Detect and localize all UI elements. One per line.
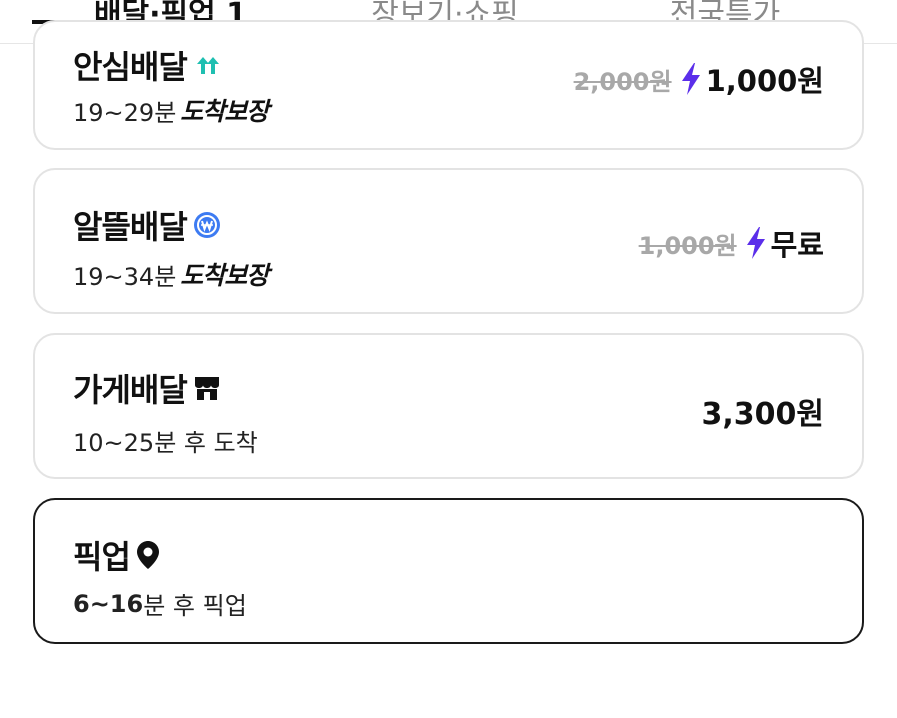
discounted-price: 무료 bbox=[770, 228, 824, 262]
option-eta-row: 19~29분 도착보장 bbox=[73, 92, 269, 128]
option-title-row: 픽업 bbox=[73, 532, 160, 578]
original-price: 1,000원 bbox=[638, 231, 737, 260]
location-pin-icon bbox=[136, 540, 160, 570]
eta-text: 19~34분 bbox=[73, 262, 177, 291]
delivery-options-page: 배달·픽업 1 장보기·쇼핑 전국특가 안심배달 19~29분 도착보장 2,0… bbox=[0, 0, 897, 718]
lightning-bolt-icon bbox=[745, 226, 767, 260]
option-title-row: 안심배달 bbox=[73, 42, 221, 88]
arrow-up-badge-icon bbox=[193, 54, 221, 76]
option-title-row: 가게배달 bbox=[73, 365, 221, 411]
storefront-icon bbox=[193, 375, 221, 401]
delivery-option-saver[interactable]: 알뜰배달 19~34분 도착보장 1,000원 무료 bbox=[33, 168, 864, 314]
option-title: 알뜰배달 bbox=[73, 208, 188, 246]
eta-number: 6~16 bbox=[73, 589, 144, 618]
option-eta-row: 6~16 분 후 픽업 bbox=[73, 586, 247, 621]
option-title: 가게배달 bbox=[73, 371, 188, 409]
eta-text: 분 후 픽업 bbox=[143, 592, 247, 620]
option-title: 안심배달 bbox=[73, 48, 188, 86]
eta-text: 19~29분 bbox=[73, 98, 177, 127]
price-area: 3,300원 bbox=[702, 389, 825, 433]
option-title: 픽업 bbox=[73, 538, 131, 576]
price-area: 1,000원 무료 bbox=[639, 222, 824, 264]
option-title-row: 알뜰배달 bbox=[73, 202, 221, 248]
option-eta-row: 10~25분 후 도착 bbox=[73, 423, 258, 458]
delivery-option-store[interactable]: 가게배달 10~25분 후 도착 3,300원 bbox=[33, 333, 864, 479]
delivery-option-safe[interactable]: 안심배달 19~29분 도착보장 2,000원 1,000원 bbox=[33, 20, 864, 150]
arrival-guarantee-label: 도착보장 bbox=[180, 97, 269, 126]
arrival-guarantee-label: 도착보장 bbox=[180, 261, 269, 290]
delivery-price: 3,300원 bbox=[701, 397, 825, 432]
price-area: 2,000원 1,000원 bbox=[574, 58, 824, 100]
eta-text: 10~25분 후 도착 bbox=[73, 429, 258, 457]
lightning-bolt-icon bbox=[680, 62, 702, 96]
option-eta-row: 19~34분 도착보장 bbox=[73, 256, 269, 292]
original-price: 2,000원 bbox=[573, 67, 672, 96]
delivery-option-pickup[interactable]: 픽업 6~16 분 후 픽업 bbox=[33, 498, 864, 644]
won-coin-badge-icon bbox=[193, 211, 221, 239]
discounted-price: 1,000원 bbox=[705, 64, 824, 98]
